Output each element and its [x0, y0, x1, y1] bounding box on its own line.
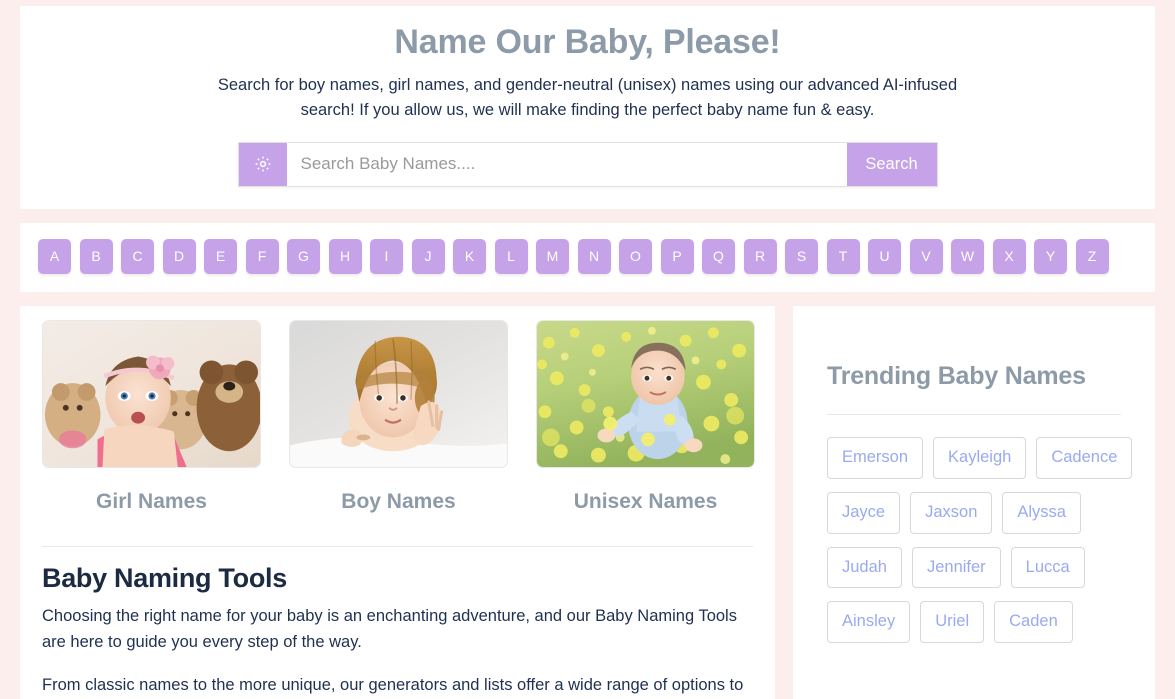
alpha-button-o[interactable]: O [619, 238, 652, 274]
alpha-button-e[interactable]: E [204, 238, 237, 274]
baby-girl-photo [42, 319, 261, 468]
alpha-button-x[interactable]: X [992, 238, 1026, 274]
alpha-button-d[interactable]: D [162, 238, 196, 274]
trending-name-uriel[interactable]: Uriel [920, 601, 985, 644]
alpha-button-z[interactable]: Z [1075, 238, 1109, 274]
alpha-button-b[interactable]: B [79, 238, 113, 274]
hero-panel: Name Our Baby, Please! Search for boy na… [20, 6, 1155, 209]
tools-heading: Baby Naming Tools [42, 562, 287, 593]
alpha-button-l[interactable]: L [494, 238, 528, 274]
alpha-button-p[interactable]: P [660, 238, 694, 274]
main-content: Girl Names Boy Names Unisex Names Baby N… [20, 305, 775, 699]
page-title: Name Our Baby, Please! [394, 23, 781, 61]
alpha-button-a[interactable]: A [38, 238, 71, 274]
category-card-girl[interactable]: Girl Names [42, 319, 261, 514]
category-card-boy[interactable]: Boy Names [289, 319, 508, 514]
trending-name-ainsley[interactable]: Ainsley [827, 601, 911, 644]
sidebar: Trending Baby Names Emerson Kayleigh Cad… [793, 305, 1155, 699]
trending-name-alyssa[interactable]: Alyssa [1002, 491, 1081, 534]
trending-name-lucca[interactable]: Lucca [1010, 546, 1085, 589]
sidebar-divider [827, 413, 1121, 415]
alpha-button-y[interactable]: Y [1034, 238, 1067, 274]
alpha-button-g[interactable]: G [287, 238, 320, 274]
alpha-button-n[interactable]: N [577, 238, 611, 274]
sidebar-heading: Trending Baby Names [827, 361, 1086, 390]
content-columns: Girl Names Boy Names Unisex Names Baby N… [20, 305, 1155, 699]
category-label-unisex: Unisex Names [573, 489, 718, 513]
hero-subtitle: Search for boy names, girl names, and ge… [217, 75, 958, 120]
alpha-button-t[interactable]: T [826, 238, 860, 274]
category-card-unisex[interactable]: Unisex Names [536, 319, 755, 514]
alpha-button-u[interactable]: U [868, 238, 901, 274]
category-card-list: Girl Names Boy Names Unisex Names [42, 319, 755, 514]
trending-names-row: Judah Jennifer Lucca [827, 546, 1121, 589]
category-label-girl: Girl Names [96, 489, 207, 513]
search-input[interactable] [286, 142, 847, 186]
trending-name-jennifer[interactable]: Jennifer [911, 546, 1001, 589]
search-button[interactable]: Search [846, 142, 937, 186]
baby-boy-photo [289, 319, 508, 468]
tools-paragraph-2: From classic names to the more unique, o… [42, 675, 744, 694]
alpha-button-s[interactable]: S [785, 238, 818, 274]
trending-names-row: Ainsley Uriel Caden [827, 601, 1121, 644]
alpha-button-h[interactable]: H [328, 238, 362, 274]
alphabet-row: A B C D E F G H I J K L M N O P Q R S T … [38, 238, 1137, 274]
baby-naming-tools-section: Baby Naming Tools Choosing the right nam… [42, 547, 753, 699]
trending-names-row: Emerson Kayleigh Cadence [827, 436, 1133, 479]
trending-name-emerson[interactable]: Emerson [827, 436, 924, 479]
alphabet-panel: A B C D E F G H I J K L M N O P Q R S T … [20, 222, 1155, 292]
trending-name-judah[interactable]: Judah [827, 546, 902, 589]
alpha-button-r[interactable]: R [743, 238, 777, 274]
alpha-button-m[interactable]: M [536, 238, 569, 274]
search-bar: Search [237, 141, 938, 187]
gear-icon[interactable] [238, 142, 287, 186]
trending-names-row: Jayce Jaxson Alyssa [827, 491, 1121, 534]
alpha-button-f[interactable]: F [245, 238, 279, 274]
trending-name-jaxson[interactable]: Jaxson [910, 491, 993, 534]
alpha-button-v[interactable]: V [909, 238, 943, 274]
baby-unisex-photo [536, 319, 755, 468]
tools-paragraph-1: Choosing the right name for your baby is… [42, 606, 737, 651]
trending-name-jayce[interactable]: Jayce [827, 491, 901, 534]
category-label-boy: Boy Names [341, 489, 456, 513]
trending-names-list: Emerson Kayleigh Cadence Jayce Jaxson Al… [827, 436, 1133, 644]
alpha-button-q[interactable]: Q [702, 238, 735, 274]
trending-name-caden[interactable]: Caden [994, 601, 1073, 644]
alpha-button-j[interactable]: J [411, 238, 445, 274]
page-root: Name Our Baby, Please! Search for boy na… [0, 0, 1175, 699]
alpha-button-i[interactable]: I [370, 238, 403, 274]
trending-name-cadence[interactable]: Cadence [1036, 436, 1133, 479]
alpha-button-c[interactable]: C [121, 238, 154, 274]
alpha-button-k[interactable]: K [453, 238, 486, 274]
trending-name-kayleigh[interactable]: Kayleigh [933, 436, 1027, 479]
alpha-button-w[interactable]: W [951, 238, 984, 274]
